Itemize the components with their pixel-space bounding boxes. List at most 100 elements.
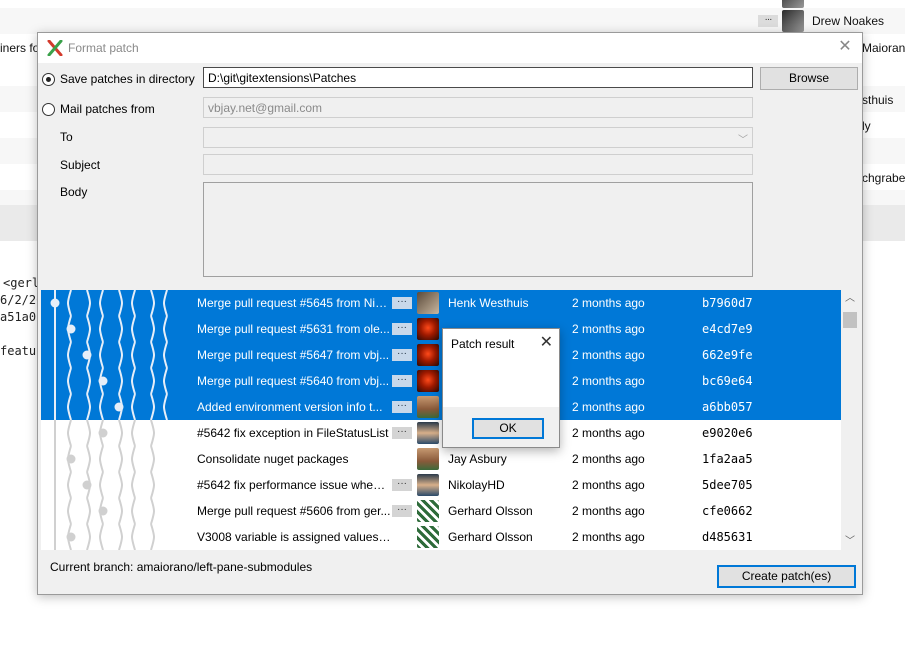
commit-message: Merge pull request #5647 from vbj... — [197, 348, 390, 362]
more-refs-button[interactable]: ··· — [392, 349, 412, 361]
commit-row[interactable]: Merge pull request #5645 from Nik... ··· H… — [41, 290, 841, 316]
author-avatar — [417, 370, 439, 392]
commit-row[interactable]: #5642 fix exception in FileStatusList ···… — [41, 420, 841, 446]
commit-row[interactable]: Added environment version info t... ··· 2 … — [41, 394, 841, 420]
author-avatar — [417, 292, 439, 314]
popup-message — [443, 359, 559, 407]
author-avatar — [417, 500, 439, 522]
commit-hash: bc69e64 — [702, 374, 753, 388]
commit-message: V3008 variable is assigned values twice … — [197, 530, 391, 544]
save-patches-radio[interactable] — [42, 73, 55, 86]
scroll-down-icon[interactable]: ﹀ — [841, 533, 859, 550]
dialog-titlebar[interactable]: Format patch ✕ — [38, 33, 862, 63]
bg-code-line: featu — [0, 344, 37, 358]
commit-hash: 662e9fe — [702, 348, 753, 362]
commit-date: 2 months ago — [572, 348, 645, 362]
bg-avatar — [782, 10, 804, 32]
author-avatar — [417, 396, 439, 418]
bg-avatar — [782, 0, 804, 8]
commit-hash: cfe0662 — [702, 504, 753, 518]
commit-message: #5642 fix performance issue when ... — [197, 478, 391, 492]
commit-date: 2 months ago — [572, 504, 645, 518]
more-refs-button[interactable]: ··· — [392, 323, 412, 335]
commit-hash: a6bb057 — [702, 400, 753, 414]
git-extensions-icon — [47, 40, 63, 56]
commit-date: 2 months ago — [572, 426, 645, 440]
commit-row[interactable]: Merge pull request #5631 from ole... ··· 2… — [41, 316, 841, 342]
commit-author: Jay Asbury — [448, 452, 507, 466]
body-textarea[interactable] — [203, 182, 753, 277]
close-icon[interactable]: ✕ — [540, 334, 553, 352]
commit-date: 2 months ago — [572, 296, 645, 310]
close-icon[interactable]: ✕ — [836, 38, 854, 56]
more-refs-button[interactable]: ··· — [392, 375, 412, 387]
bg-code-line: <gerl — [3, 276, 40, 290]
commit-date: 2 months ago — [572, 478, 645, 492]
commit-row[interactable]: Merge pull request #5606 from ger... ··· G… — [41, 498, 841, 524]
bg-text-fragment: chgraber — [862, 171, 905, 185]
commit-message: Merge pull request #5645 from Nik... — [197, 296, 391, 310]
author-avatar — [417, 422, 439, 444]
commit-row[interactable]: Merge pull request #5640 from vbj... ··· 2… — [41, 368, 841, 394]
current-branch-status: Current branch: amaiorano/left-pane-subm… — [50, 560, 313, 574]
more-refs-button[interactable]: ··· — [392, 401, 412, 413]
commit-author: Gerhard Olsson — [448, 504, 533, 518]
commit-hash: d485631 — [702, 530, 753, 544]
more-refs-button[interactable]: ··· — [392, 505, 412, 517]
more-refs-button[interactable]: ··· — [392, 427, 412, 439]
subject-label: Subject — [60, 158, 101, 172]
commit-message: #5642 fix exception in FileStatusList — [197, 426, 389, 440]
save-patches-label[interactable]: Save patches in directory — [60, 72, 195, 86]
commit-hash: b7960d7 — [702, 296, 753, 310]
author-avatar — [417, 526, 439, 548]
mail-patches-label[interactable]: Mail patches from — [60, 102, 155, 116]
commit-message: Merge pull request #5640 from vbj... — [197, 374, 390, 388]
scrollbar-thumb[interactable] — [843, 312, 857, 328]
to-label: To — [60, 130, 73, 144]
bg-text-fragment: ly — [862, 119, 871, 133]
author-avatar — [417, 448, 439, 470]
scroll-up-icon[interactable]: ︿ — [841, 290, 859, 307]
popup-titlebar[interactable]: Patch result ✕ — [443, 329, 559, 359]
popup-title: Patch result — [451, 337, 515, 351]
create-patches-button[interactable]: Create patch(es) — [717, 565, 856, 588]
author-avatar — [417, 318, 439, 340]
vertical-scrollbar[interactable]: ︿ ﹀ — [841, 290, 859, 550]
bg-text-fragment: sthuis — [862, 93, 894, 107]
commit-message: Added environment version info t... — [197, 400, 383, 414]
bg-more-button[interactable]: ··· — [758, 15, 778, 27]
commit-author: NikolayHD — [448, 478, 505, 492]
commit-author: Gerhard Olsson — [448, 530, 533, 544]
commit-date: 2 months ago — [572, 374, 645, 388]
commit-row[interactable]: V3008 variable is assigned values twice … — [41, 524, 841, 550]
commit-row[interactable]: Merge pull request #5647 from vbj... ··· 2… — [41, 342, 841, 368]
commit-row[interactable]: #5642 fix performance issue when ... ··· N… — [41, 472, 841, 498]
body-label: Body — [60, 185, 88, 199]
mail-from-input[interactable]: vbjay.net@gmail.com — [203, 97, 753, 118]
more-refs-button[interactable]: ··· — [392, 297, 412, 309]
subject-input[interactable] — [203, 154, 753, 175]
commit-hash: 1fa2aa5 — [702, 452, 753, 466]
directory-input[interactable]: D:\git\gitextensions\Patches — [203, 67, 753, 88]
author-avatar — [417, 344, 439, 366]
browse-button[interactable]: Browse — [760, 67, 858, 90]
chevron-down-icon[interactable]: ﹀ — [738, 131, 748, 146]
bg-text-fragment: Maiorano — [862, 41, 905, 55]
commit-message: Merge pull request #5631 from ole... — [197, 322, 390, 336]
patch-result-dialog: Patch result ✕ OK — [442, 328, 560, 448]
dialog-title: Format patch — [68, 41, 139, 55]
commit-hash: 5dee705 — [702, 478, 753, 492]
commit-hash: e9020e6 — [702, 426, 753, 440]
commit-date: 2 months ago — [572, 322, 645, 336]
commit-hash: e4cd7e9 — [702, 322, 753, 336]
bg-text-fragment: iners fo — [0, 41, 40, 55]
commit-date: 2 months ago — [572, 530, 645, 544]
commit-date: 2 months ago — [572, 400, 645, 414]
more-refs-button[interactable]: ··· — [392, 479, 412, 491]
bg-author: Drew Noakes — [812, 14, 885, 28]
author-avatar — [417, 474, 439, 496]
mail-patches-radio[interactable] — [42, 103, 55, 116]
to-combobox[interactable]: ﹀ — [203, 127, 753, 148]
commit-row[interactable]: Consolidate nuget packages···Jay Asbury2… — [41, 446, 841, 472]
ok-button[interactable]: OK — [472, 418, 544, 439]
